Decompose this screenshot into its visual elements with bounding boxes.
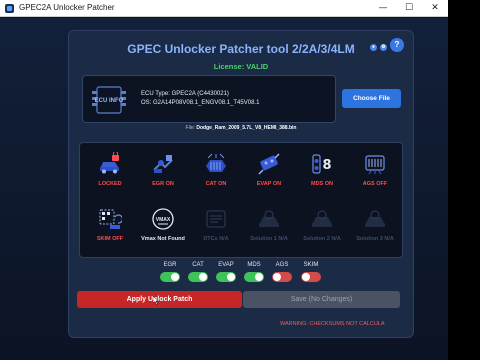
toggle-mds[interactable] bbox=[244, 272, 264, 282]
catalyst-icon bbox=[206, 153, 226, 172]
lock-car-icon bbox=[100, 152, 119, 174]
file-prefix: File: bbox=[185, 125, 195, 131]
feature-solution-3: Solution 3 N/A bbox=[351, 203, 399, 255]
switch-label-evap: EVAP bbox=[218, 262, 234, 268]
solution-1-icon bbox=[259, 210, 279, 227]
minimize-button[interactable]: — bbox=[370, 0, 396, 17]
ags-grille-icon bbox=[365, 155, 385, 175]
ecu-chip-icon: ECU INFO bbox=[92, 86, 126, 114]
feature-label: Solution 3 N/A bbox=[356, 236, 394, 242]
switch-label-cat: CAT bbox=[192, 262, 204, 268]
switch-label-egr: EGR bbox=[163, 262, 177, 268]
save-button[interactable]: Save (No Changes) bbox=[243, 291, 400, 308]
dtc-codes-icon bbox=[206, 210, 226, 228]
feature-locked[interactable]: LOCKED bbox=[86, 148, 134, 200]
feature-egr[interactable]: EGR ON bbox=[139, 148, 187, 200]
switch-label-skim: SKIM bbox=[303, 262, 319, 268]
feature-label: Solution 2 N/A bbox=[303, 236, 341, 242]
mouse-pointer-icon bbox=[153, 296, 159, 305]
toggle-knob bbox=[227, 273, 235, 281]
toggle-knob bbox=[255, 273, 263, 281]
ecu-type: ECU Type: GPEC2A (C4430021) bbox=[141, 91, 229, 97]
feature-ags[interactable]: AGS OFF bbox=[351, 148, 399, 200]
feature-label: DTCs N/A bbox=[203, 236, 229, 242]
ecu-os: OS: G2A14P08V08.1_ENGV08.1_T45V08.1 bbox=[141, 100, 260, 106]
window-title: GPEC2A Unlocker Patcher bbox=[19, 3, 115, 12]
close-button[interactable]: ✕ bbox=[422, 0, 448, 17]
feature-cat[interactable]: CAT ON bbox=[192, 148, 240, 200]
svg-text:VMAX: VMAX bbox=[156, 217, 171, 223]
loaded-file: File: Dodge_Ram_2009_5.7L_V8_HEMI_388.bi… bbox=[69, 125, 413, 131]
feature-label: Vmax Not Found bbox=[141, 236, 185, 242]
toggle-skim[interactable] bbox=[301, 272, 321, 282]
feature-solution-2: Solution 2 N/A bbox=[298, 203, 346, 255]
toggle-knob bbox=[199, 273, 207, 281]
toggle-knob bbox=[273, 273, 281, 281]
solution-2-icon bbox=[312, 210, 332, 227]
feature-label: LOCKED bbox=[98, 181, 122, 187]
feature-solution-1: Solution 1 N/A bbox=[245, 203, 293, 255]
license-status: License: VALID bbox=[213, 62, 269, 71]
feature-dtcs: DTCs N/A bbox=[192, 203, 240, 255]
switch-label-ags: AGS bbox=[275, 262, 289, 268]
feature-mds[interactable]: 8 MDS ON bbox=[298, 148, 346, 200]
toggle-evap[interactable] bbox=[216, 272, 236, 282]
toggle-knob bbox=[302, 273, 310, 281]
egr-valve-icon bbox=[153, 155, 173, 173]
choose-file-button[interactable]: Choose File bbox=[342, 89, 401, 108]
screen-margin bbox=[448, 0, 480, 360]
skim-key-icon bbox=[99, 209, 122, 229]
maximize-button[interactable]: ☐ bbox=[396, 0, 422, 17]
feature-evap[interactable]: EVAP ON bbox=[245, 148, 293, 200]
evap-canister-icon bbox=[258, 153, 280, 175]
feature-grid: LOCKED EGR ON CAT ON EVAP ON 8 MDS ON AG… bbox=[79, 142, 403, 258]
toggle-cat[interactable] bbox=[188, 272, 208, 282]
feature-label: MDS ON bbox=[311, 181, 333, 187]
svg-text:8: 8 bbox=[322, 158, 331, 173]
settings-gear-button[interactable]: ⚙ bbox=[380, 44, 387, 51]
help-button[interactable]: ? bbox=[390, 38, 404, 52]
feature-skim[interactable]: SKIM OFF bbox=[86, 203, 134, 255]
file-name: Dodge_Ram_2009_5.7L_V8_HEMI_388.bin bbox=[196, 125, 297, 131]
speedometer-icon: VMAX bbox=[152, 208, 174, 230]
mds-engine-icon: 8 bbox=[312, 154, 332, 174]
feature-label: Solution 1 N/A bbox=[250, 236, 288, 242]
apply-unlock-patch-button[interactable]: Apply Unlock Patch bbox=[77, 291, 242, 308]
feature-label: CAT ON bbox=[205, 181, 227, 187]
ecu-chip-caption: ECU INFO bbox=[95, 98, 124, 104]
title-bar: GPEC2A Unlocker Patcher — ☐ ✕ bbox=[0, 0, 448, 17]
feature-label: SKIM OFF bbox=[96, 236, 124, 242]
checksum-warning: WARNING: CHECKSUMS NOT CALCULA bbox=[280, 321, 385, 327]
toggle-knob bbox=[171, 273, 179, 281]
app-window: GPEC2A Unlocker Patcher — ☐ ✕ GPEC Unloc… bbox=[0, 0, 448, 360]
ecu-details: ECU Type: GPEC2A (C4430021) OS: G2A14P08… bbox=[141, 90, 259, 108]
feature-label: EGR ON bbox=[152, 181, 174, 187]
toggle-egr[interactable] bbox=[160, 272, 180, 282]
app-heading: GPEC Unlocker Patcher tool 2/2A/3/4LM bbox=[127, 42, 355, 56]
toggle-ags[interactable] bbox=[272, 272, 292, 282]
feature-label: EVAP ON bbox=[256, 181, 282, 187]
feature-label: AGS OFF bbox=[362, 181, 388, 187]
theme-toggle-button[interactable]: ● bbox=[370, 44, 377, 51]
app-icon bbox=[5, 4, 14, 13]
switch-label-mds: MDS bbox=[247, 262, 261, 268]
feature-vmax[interactable]: VMAX Vmax Not Found bbox=[139, 203, 187, 255]
ecu-info-panel: ECU INFO ECU Type: GPEC2A (C4430021) OS:… bbox=[82, 75, 336, 123]
solution-3-icon bbox=[365, 210, 385, 227]
